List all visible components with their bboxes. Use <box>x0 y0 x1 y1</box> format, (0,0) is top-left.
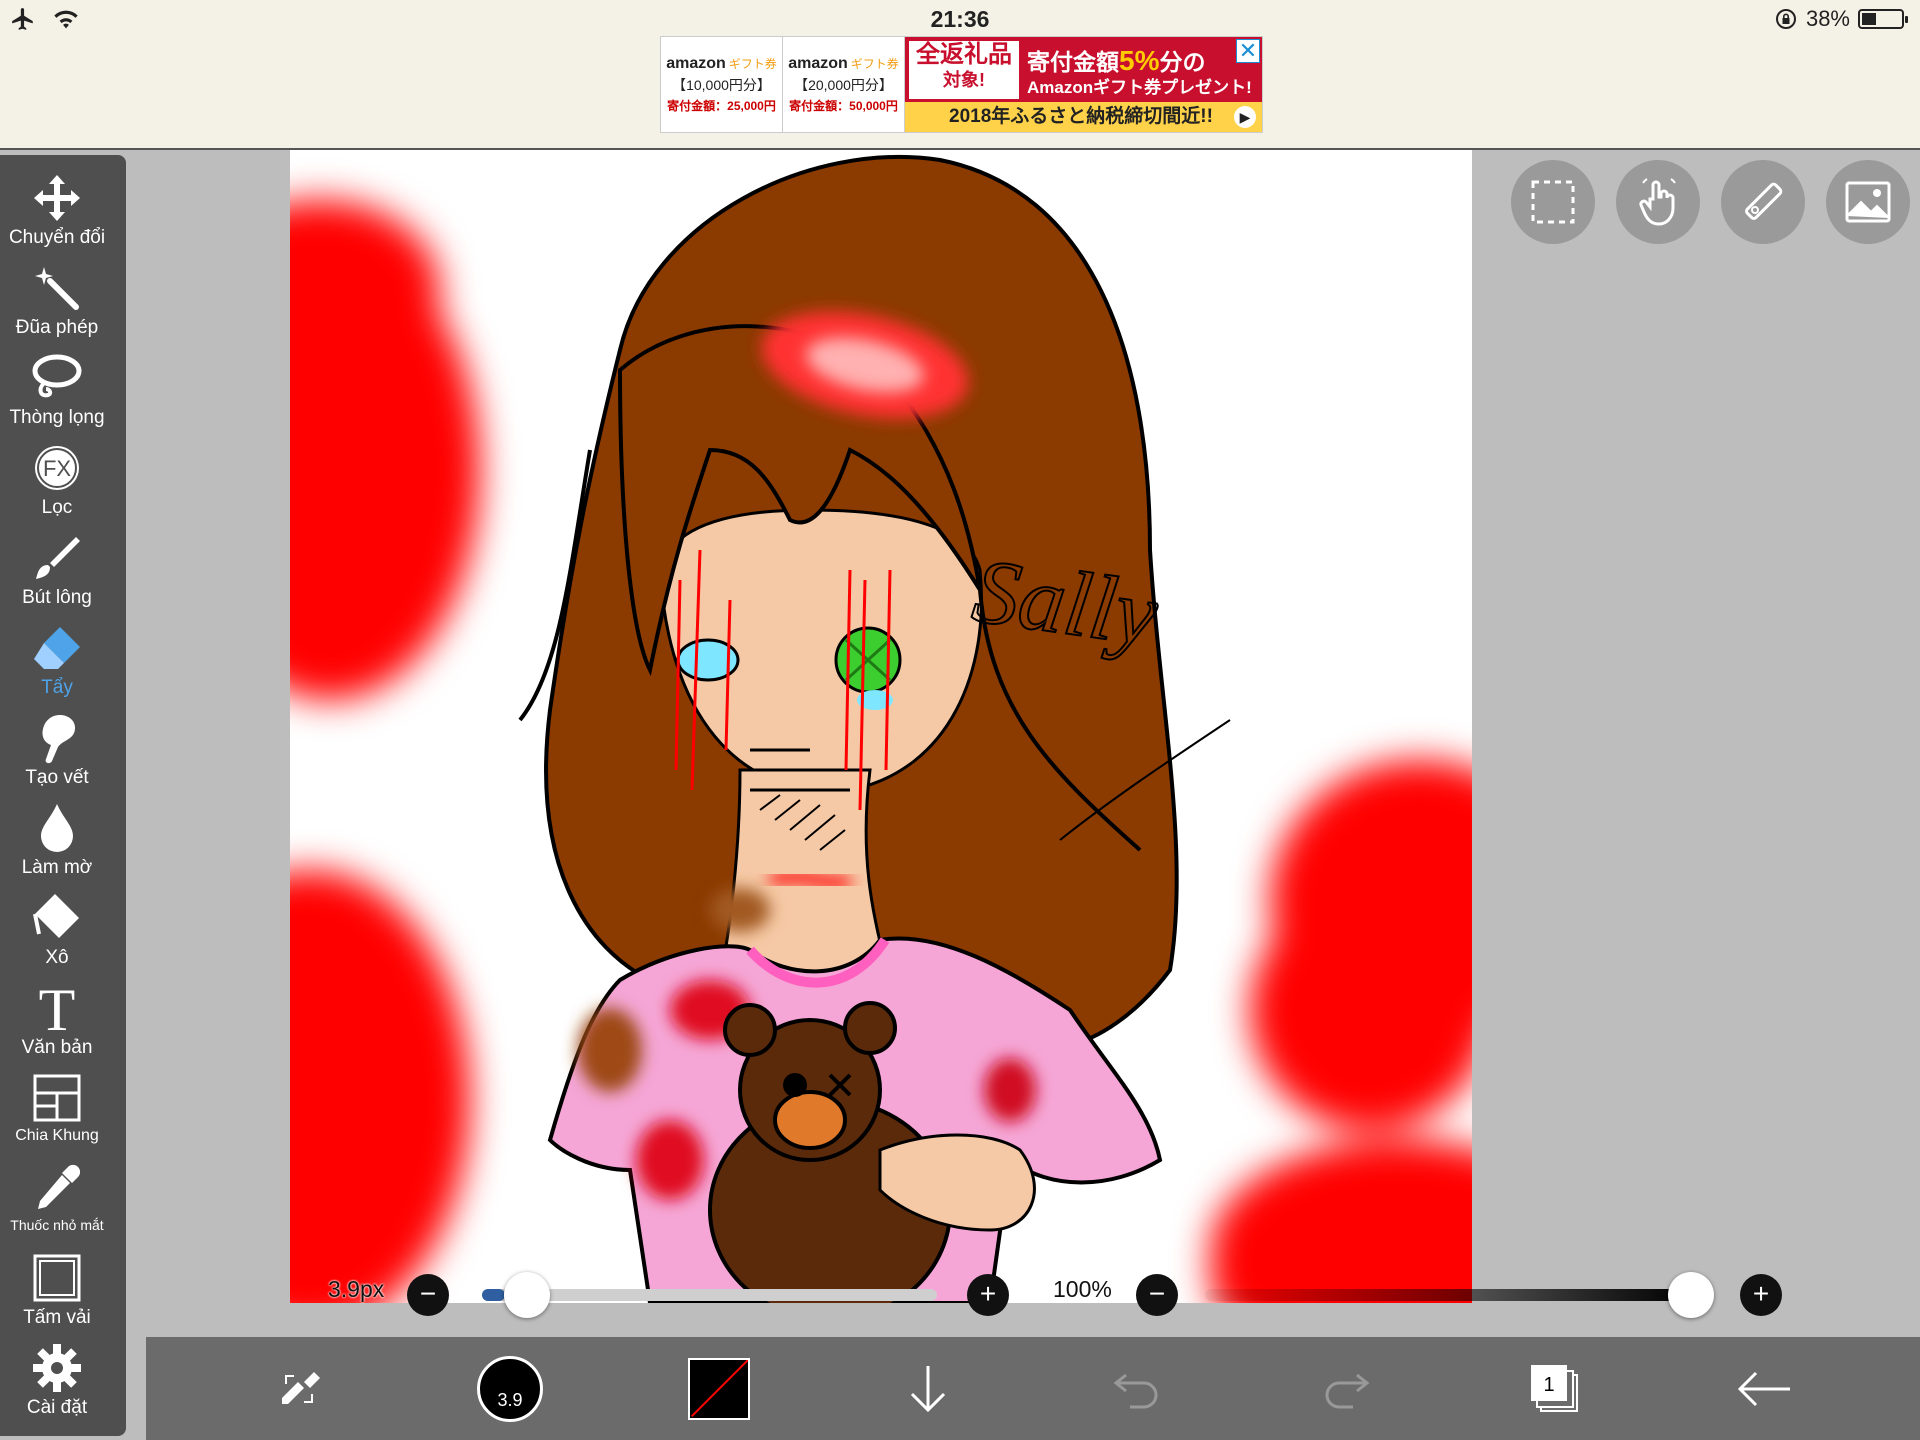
layers-icon: 1 <box>1531 1364 1578 1412</box>
drawing-canvas[interactable]: Sally <box>290 150 1472 1303</box>
arrow-left-icon <box>1737 1371 1790 1406</box>
tool-magic-wand[interactable]: Đũa phép <box>0 259 114 349</box>
bottom-toolbar: 3.9 1 <box>146 1337 1920 1440</box>
back-button[interactable] <box>1719 1337 1809 1440</box>
tool-bucket[interactable]: Xô <box>0 889 114 979</box>
tool-transform[interactable]: Chuyển đổi <box>0 169 114 259</box>
opacity-plus-button[interactable]: + <box>1740 1274 1782 1316</box>
ad-donation: 寄付金額：50,000円 <box>789 99 898 113</box>
clock: 21:36 <box>930 6 990 32</box>
tool-sidebar: Chuyển đổi Đũa phép Thòng lọng FX Lọc Bú… <box>0 155 126 1436</box>
layer-count: 1 <box>1543 1374 1554 1396</box>
ad-donation: 寄付金額：25,000円 <box>667 99 776 113</box>
ad-tagline: Amazonギフト券プレゼント! <box>1027 78 1252 97</box>
bucket-icon <box>33 894 79 938</box>
move-arrows-icon <box>34 175 80 221</box>
tool-text[interactable]: T Văn bản <box>0 979 114 1069</box>
arrow-down-icon <box>910 1365 946 1412</box>
tool-frame-divider[interactable]: Chia Khung <box>0 1069 114 1159</box>
eyedropper-icon <box>38 1164 81 1209</box>
brush-size-button[interactable]: 3.9 <box>465 1337 555 1440</box>
battery-percent: 38% <box>1805 6 1850 31</box>
color-swatch <box>688 1357 750 1420</box>
brush-size-label: 3.9px <box>328 1276 385 1302</box>
ruler-icon <box>1745 182 1783 220</box>
tool-blur[interactable]: Làm mờ <box>0 799 114 889</box>
tool-brush[interactable]: Bút lông <box>0 529 114 619</box>
undo-icon <box>1113 1373 1158 1408</box>
brush-preview: 3.9 <box>477 1355 543 1422</box>
undo-button[interactable] <box>1092 1337 1182 1440</box>
redo-icon <box>1325 1373 1370 1408</box>
ruler-button[interactable] <box>1721 160 1805 244</box>
play-icon: ▶ <box>1234 106 1256 128</box>
swap-tools-icon <box>282 1371 320 1404</box>
brush-size-plus-button[interactable]: + <box>967 1274 1009 1316</box>
tool-canvas[interactable]: Tấm vải <box>0 1249 114 1339</box>
ad-strip: 2018年ふるさと納税締切間近!! ▶ <box>905 102 1262 132</box>
download-button[interactable] <box>883 1337 973 1440</box>
ad-promo[interactable]: 全返礼品 対象! 寄付金額5%分の Amazonギフト券プレゼント! 2018年… <box>905 37 1262 132</box>
rotation-lock-icon <box>1775 9 1796 29</box>
brush-icon <box>36 537 80 579</box>
gesture-button[interactable] <box>1616 160 1700 244</box>
image-icon <box>1845 181 1891 223</box>
canvas-icon <box>33 1254 81 1302</box>
fx-icon: FX <box>35 446 79 490</box>
text-icon: T <box>39 980 76 1036</box>
svg-text:T: T <box>39 980 76 1036</box>
drop-icon <box>41 804 73 852</box>
gear-icon <box>33 1344 81 1392</box>
battery-icon <box>1858 9 1908 29</box>
opacity-knob[interactable] <box>1668 1272 1714 1318</box>
swap-brush-eraser-button[interactable] <box>256 1337 346 1440</box>
tool-eyedropper[interactable]: Thuốc nhỏ mắt <box>0 1159 114 1249</box>
frame-icon <box>33 1074 81 1122</box>
amazon-logo: amazon <box>666 55 726 72</box>
opacity-label: 100% <box>1053 1276 1112 1302</box>
color-button[interactable] <box>674 1337 764 1440</box>
tool-eraser[interactable]: Tẩy <box>0 619 114 709</box>
tool-settings[interactable]: Cài đặt <box>0 1339 114 1429</box>
ad-card-20000[interactable]: amazon ギフト券 【20,000円分】 寄付金額：50,000円 <box>783 37 905 132</box>
opacity-track[interactable] <box>1205 1289 1691 1301</box>
selection-button[interactable] <box>1511 160 1595 244</box>
ad-card-10000[interactable]: amazon ギフト券 【10,000円分】 寄付金額：25,000円 <box>661 37 783 132</box>
touch-hand-icon <box>1639 178 1676 226</box>
tool-filter[interactable]: FX Lọc <box>0 439 114 529</box>
ad-banner[interactable]: amazon ギフト券 【10,000円分】 寄付金額：25,000円 amazo… <box>660 36 1263 133</box>
svg-text:FX: FX <box>43 456 71 481</box>
ad-amount: 【10,000円分】 <box>672 77 771 93</box>
material-button[interactable] <box>1826 160 1910 244</box>
ad-close-button[interactable]: ✕ <box>1236 39 1260 63</box>
magic-wand-icon <box>35 267 79 310</box>
ad-headline: 寄付金額5%分の <box>1027 45 1206 76</box>
brush-size-minus-button[interactable]: − <box>407 1274 449 1316</box>
smudge-icon <box>42 715 76 764</box>
lasso-icon <box>32 354 82 398</box>
status-bar: 21:36 38% amazon ギフト券 【10,000円分】 寄付金額：25,… <box>0 0 1920 150</box>
brush-size-track[interactable] <box>482 1289 937 1301</box>
artwork: Sally <box>290 154 1472 1303</box>
selection-rect-icon <box>1531 180 1575 224</box>
amazon-logo: amazon <box>788 55 848 72</box>
eraser-icon <box>34 627 80 669</box>
tool-smudge[interactable]: Tạo vết <box>0 709 114 799</box>
ad-box: 全返礼品 対象! <box>909 41 1019 99</box>
tool-lasso[interactable]: Thòng lọng <box>0 349 114 439</box>
redo-button[interactable] <box>1301 1337 1391 1440</box>
layers-button[interactable]: 1 <box>1510 1337 1600 1440</box>
opacity-minus-button[interactable]: − <box>1136 1274 1178 1316</box>
ad-amount: 【20,000円分】 <box>794 77 893 93</box>
brush-size-knob[interactable] <box>503 1272 550 1318</box>
